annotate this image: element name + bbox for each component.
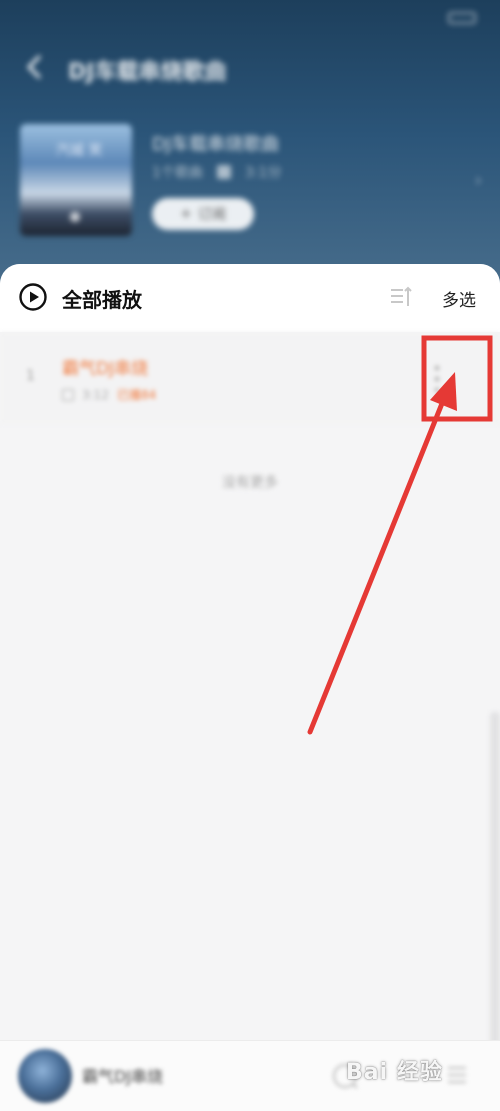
album-header: DJ车载串烧歌曲 汽城 笑 DJ车载串烧歌曲 1个歌曲 3:1分 + 订阅 › (0, 0, 500, 300)
chevron-right-icon[interactable]: › (475, 170, 482, 191)
play-all-icon[interactable] (18, 282, 48, 312)
plus-icon: + (180, 206, 192, 222)
album-song-count: 1个歌曲 (152, 165, 203, 181)
play-all-bar: 全部播放 多选 (0, 264, 500, 332)
back-arrow-icon[interactable] (20, 52, 50, 82)
cover-play-dot-icon (70, 212, 80, 222)
album-meta: 1个歌曲 3:1分 (152, 162, 281, 182)
song-index: 1 (26, 368, 35, 384)
album-title: DJ车载串烧歌曲 (152, 134, 280, 155)
mini-player-title: 霸气DJ串烧 (82, 1067, 164, 1086)
quality-icon (62, 388, 74, 401)
status-indicators (440, 12, 476, 24)
baidu-watermark: Bai 经验 (346, 1060, 443, 1085)
list-end-text: 没有更多 (222, 475, 278, 491)
song-meta: 3:12 已播84 (62, 386, 156, 403)
header-blur-layer: DJ车载串烧歌曲 汽城 笑 DJ车载串烧歌曲 1个歌曲 3:1分 + 订阅 › (0, 0, 500, 300)
multi-select-button[interactable]: 多选 (442, 286, 476, 311)
page-title: DJ车载串烧歌曲 (68, 60, 227, 85)
mini-player-disc[interactable] (18, 1049, 72, 1103)
song-title: 霸气DJ串烧 (62, 359, 149, 379)
more-dot (435, 388, 439, 392)
cover-text: 汽城 笑 (56, 143, 103, 159)
sort-icon[interactable] (388, 284, 414, 310)
album-duration: 3:1分 (244, 165, 282, 181)
battery-icon (448, 12, 476, 24)
song-list: 1 霸气DJ串烧 3:12 已播84 没有更多 (0, 332, 500, 1111)
subscribe-label: 订阅 (197, 207, 226, 223)
song-tag: 已播84 (116, 388, 157, 402)
song-duration: 3:12 (82, 387, 109, 402)
subscribe-button[interactable]: + 订阅 (152, 198, 254, 230)
play-all-label[interactable]: 全部播放 (62, 284, 142, 313)
more-dot (435, 377, 439, 381)
table-row[interactable]: 1 霸气DJ串烧 3:12 已播84 (0, 332, 500, 424)
status-bar (30, 6, 476, 30)
more-dot (435, 366, 439, 370)
song-list-sheet: 全部播放 多选 1 霸气DJ串烧 3:12 已播84 没有更多 (0, 264, 500, 1111)
album-cover[interactable]: 汽城 笑 (20, 124, 132, 236)
duration-icon (216, 165, 231, 179)
playlist-icon[interactable] (446, 1063, 468, 1087)
more-options-icon[interactable] (434, 366, 440, 392)
